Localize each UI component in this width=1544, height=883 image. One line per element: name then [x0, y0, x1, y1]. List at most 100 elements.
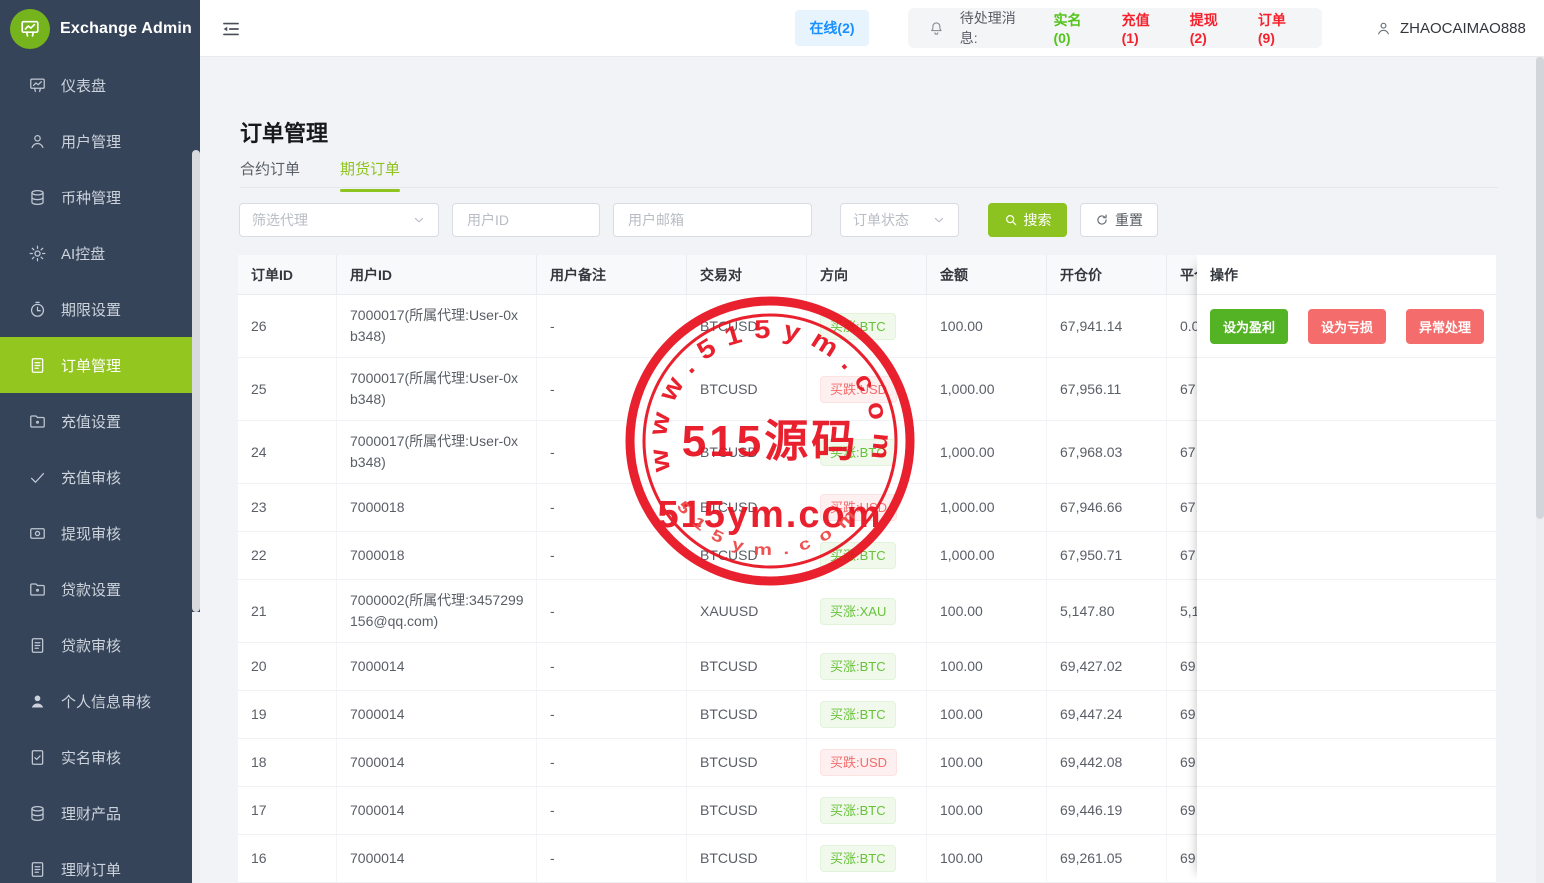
window-scrollbar-thumb[interactable]	[1536, 57, 1544, 519]
sidebar-item-wealth-products[interactable]: 理财产品	[0, 785, 192, 841]
cell-user-note: -	[537, 532, 687, 579]
reset-button[interactable]: 重置	[1080, 203, 1158, 237]
sidebar-item-recharge-set[interactable]: 充值设置	[0, 393, 192, 449]
pending-badge-0[interactable]: 实名(0)	[1053, 10, 1097, 46]
presentation-chart-icon	[19, 18, 41, 40]
db-icon	[28, 188, 47, 207]
cell-open-price: 67,946.66	[1047, 484, 1167, 531]
direction-tag: 买涨:BTC	[820, 701, 896, 728]
cell-direction: 买涨:XAU	[807, 580, 927, 642]
sidebar-scrollbar-thumb[interactable]	[192, 150, 200, 612]
cell-open-price: 69,261.05	[1047, 835, 1167, 882]
filter-bar: 筛选代理 订单状态 搜索 重	[239, 203, 1158, 237]
set-loss-button[interactable]: 设为亏损	[1308, 309, 1386, 344]
pending-badges: 实名(0) 充值(1) 提现(2) 订单(9)	[1053, 10, 1302, 46]
pending-messages-pill: 待处理消息: 实名(0)充值(1)提现(2)订单(9)	[908, 8, 1322, 48]
direction-tag: 买涨:BTC	[820, 845, 896, 872]
direction-tag: 买跌:USD	[820, 494, 897, 521]
cell-order-id: 16	[238, 835, 337, 882]
table-row-actions	[1197, 739, 1496, 787]
pending-badge-2[interactable]: 提现(2)	[1190, 10, 1234, 46]
cell-user-id: 7000014	[337, 739, 537, 786]
cell-user-note: -	[537, 358, 687, 420]
email-field-wrap	[613, 203, 812, 237]
sidebar-item-period[interactable]: 期限设置	[0, 281, 192, 337]
person-icon	[1375, 20, 1392, 37]
order-status-select[interactable]: 订单状态	[840, 203, 959, 237]
cell-direction: 买涨:BTC	[807, 295, 927, 357]
cell-pair: BTCUSD	[687, 643, 807, 690]
sidebar-item-label: 用户管理	[61, 131, 121, 152]
cell-amount: 100.00	[927, 787, 1047, 834]
sidebar-item-label: 贷款设置	[61, 579, 121, 600]
cell-open-price: 67,941.14	[1047, 295, 1167, 357]
pending-badge-3[interactable]: 订单(9)	[1258, 10, 1302, 46]
direction-tag: 买跌:USD	[820, 749, 897, 776]
agent-filter-select[interactable]: 筛选代理	[239, 203, 439, 237]
folder-icon	[28, 412, 47, 431]
cell-direction: 买涨:BTC	[807, 787, 927, 834]
table-row-actions	[1197, 787, 1496, 835]
db-icon	[28, 804, 47, 823]
pending-badge-1[interactable]: 充值(1)	[1122, 10, 1166, 46]
cell-order-id: 18	[238, 739, 337, 786]
sidebar-item-users[interactable]: 用户管理	[0, 113, 192, 169]
set-profit-button[interactable]: 设为盈利	[1210, 309, 1288, 344]
abnormal-handle-button[interactable]: 异常处理	[1406, 309, 1484, 344]
email-input[interactable]	[626, 211, 799, 229]
gear-icon	[28, 244, 47, 263]
sidebar-item-loan-audit[interactable]: 贷款审核	[0, 617, 192, 673]
table-row-actions	[1197, 484, 1496, 532]
cell-user-note: -	[537, 835, 687, 882]
cell-open-price: 69,447.24	[1047, 691, 1167, 738]
sidebar-item-orders[interactable]: 订单管理	[0, 337, 192, 393]
cell-amount: 1,000.00	[927, 421, 1047, 483]
clock-icon	[28, 300, 47, 319]
cell-pair: BTCUSD	[687, 295, 807, 357]
cell-order-id: 25	[238, 358, 337, 420]
sidebar-item-recharge-audit[interactable]: 充值审核	[0, 449, 192, 505]
user-id-input[interactable]	[465, 211, 587, 229]
cell-amount: 100.00	[927, 580, 1047, 642]
table-row-actions: 设为盈利设为亏损异常处理	[1197, 295, 1496, 358]
cell-order-id: 21	[238, 580, 337, 642]
cell-user-note: -	[537, 295, 687, 357]
sidebar-item-wealth-orders[interactable]: 理财订单	[0, 841, 192, 883]
cell-pair: BTCUSD	[687, 484, 807, 531]
window-scrollbar	[1536, 57, 1544, 883]
doccheck-icon	[28, 748, 47, 767]
menu-fold-icon[interactable]	[221, 19, 241, 39]
board-icon	[28, 76, 47, 95]
sidebar-item-loan-set[interactable]: 贷款设置	[0, 561, 192, 617]
cell-direction: 买涨:BTC	[807, 532, 927, 579]
sidebar-item-ai[interactable]: AI控盘	[0, 225, 192, 281]
exchange-admin-app: Exchange Admin 仪表盘 用户管理 币种管理 AI控盘 期限设置 订…	[0, 0, 1544, 883]
direction-tag: 买涨:BTC	[820, 542, 896, 569]
cell-pair: BTCUSD	[687, 421, 807, 483]
sidebar-item-coins[interactable]: 币种管理	[0, 169, 192, 225]
cell-pair: BTCUSD	[687, 358, 807, 420]
user-menu[interactable]: ZHAOCAIMAO888	[1375, 0, 1526, 57]
cell-amount: 1,000.00	[927, 484, 1047, 531]
cell-user-id: 7000018	[337, 484, 537, 531]
folder-icon	[28, 580, 47, 599]
cell-user-id: 7000017(所属代理:User-0xb348)	[337, 358, 537, 420]
sidebar-item-personal-audit[interactable]: 个人信息审核	[0, 673, 192, 729]
cell-order-id: 17	[238, 787, 337, 834]
page-title: 订单管理	[240, 116, 328, 148]
sidebar-item-realname-audit[interactable]: 实名审核	[0, 729, 192, 785]
table-row-actions	[1197, 358, 1496, 421]
cell-direction: 买涨:BTC	[807, 691, 927, 738]
table-row-actions	[1197, 580, 1496, 643]
cell-user-id: 7000017(所属代理:User-0xb348)	[337, 295, 537, 357]
card-icon	[28, 524, 47, 543]
direction-tag: 买涨:BTC	[820, 653, 896, 680]
cell-user-id: 7000018	[337, 532, 537, 579]
cell-user-note: -	[537, 421, 687, 483]
cell-order-id: 24	[238, 421, 337, 483]
search-button[interactable]: 搜索	[988, 203, 1067, 237]
sidebar-item-withdraw-audit[interactable]: 提现审核	[0, 505, 192, 561]
online-badge[interactable]: 在线(2)	[795, 10, 869, 46]
sidebar-item-dashboard[interactable]: 仪表盘	[0, 57, 192, 113]
cell-pair: BTCUSD	[687, 739, 807, 786]
